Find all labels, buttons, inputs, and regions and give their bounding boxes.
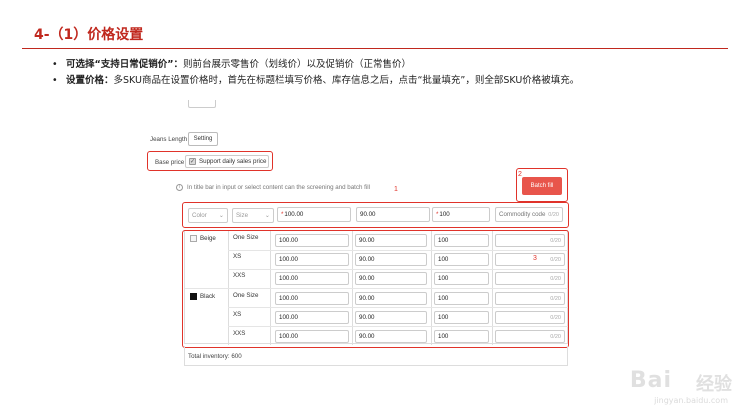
bullet-dot-icon: •	[52, 75, 58, 86]
sale-price-value: 90.00	[360, 211, 376, 218]
inventory-value: 100	[439, 211, 450, 218]
bullet-dot-icon: •	[52, 59, 58, 70]
bullet-text: 则前台展示零售价（划线价）以及促销价（正常售价）	[183, 59, 412, 70]
form-screenshot: Jeans Length Setting Base price ✓ Suppor…	[130, 100, 580, 380]
size-select[interactable]: Size ⌄	[232, 208, 274, 223]
bullet-bold: 可选择“支持日常促销价”：	[66, 59, 183, 70]
bullet-bold: 设置价格：	[66, 75, 114, 86]
color-select-placeholder: Color	[192, 212, 207, 219]
watermark-cn: 经验	[696, 374, 732, 395]
watermark-url: jingyan.baidu.com	[654, 396, 728, 405]
size-select-placeholder: Size	[236, 212, 249, 219]
previous-field-edge	[188, 100, 216, 108]
jeans-length-label: Jeans Length	[150, 136, 188, 143]
slide: 4-（1）价格设置 • 可选择“支持日常促销价”：则前台展示零售价（划线价）以及…	[0, 0, 746, 420]
highlight-sku-table	[182, 230, 569, 348]
required-mark: *	[436, 211, 439, 218]
info-hint: i In title bar in input or select conten…	[176, 184, 370, 191]
setting-button[interactable]: Setting	[188, 132, 218, 146]
info-icon: i	[176, 184, 183, 191]
total-inventory: Total inventory: 600	[188, 353, 242, 360]
inventory-input[interactable]: * 100	[432, 207, 490, 222]
slide-title: 4-（1）价格设置	[34, 27, 144, 43]
commodity-code-placeholder: Commodity code	[499, 211, 546, 218]
bullet-item: • 可选择“支持日常促销价”：则前台展示零售价（划线价）以及促销价（正常售价）	[52, 57, 732, 73]
price-input[interactable]: * 100.00	[277, 207, 351, 222]
sale-price-input[interactable]: 90.00	[356, 207, 430, 222]
bullet-text: 多SKU商品在设置价格时，首先在标题栏填写价格、库存信息之后，点击“批量填充”，…	[113, 75, 580, 86]
price-value: 100.00	[284, 211, 304, 218]
required-mark: *	[281, 211, 284, 218]
annotation-1: 1	[394, 186, 398, 193]
batch-fill-button[interactable]: Batch fill	[522, 177, 562, 195]
commodity-code-input[interactable]: Commodity code 0/20	[495, 207, 563, 222]
baidu-logo-icon: Bai	[629, 368, 672, 393]
title-divider	[22, 48, 728, 49]
highlight-base-price	[147, 151, 273, 171]
chevron-down-icon: ⌄	[264, 212, 270, 219]
bullet-list: • 可选择“支持日常促销价”：则前台展示零售价（划线价）以及促销价（正常售价） …	[52, 57, 732, 89]
color-select[interactable]: Color ⌄	[188, 208, 228, 223]
info-text: In title bar in input or select content …	[187, 184, 370, 191]
commodity-code-count: 0/20	[548, 211, 559, 218]
bullet-item: • 设置价格：多SKU商品在设置价格时，首先在标题栏填写价格、库存信息之后，点击…	[52, 73, 732, 89]
baidu-watermark: Bai 经验 jingyan.baidu.com	[582, 366, 732, 406]
chevron-down-icon: ⌄	[218, 212, 224, 219]
annotation-3: 3	[533, 255, 537, 262]
